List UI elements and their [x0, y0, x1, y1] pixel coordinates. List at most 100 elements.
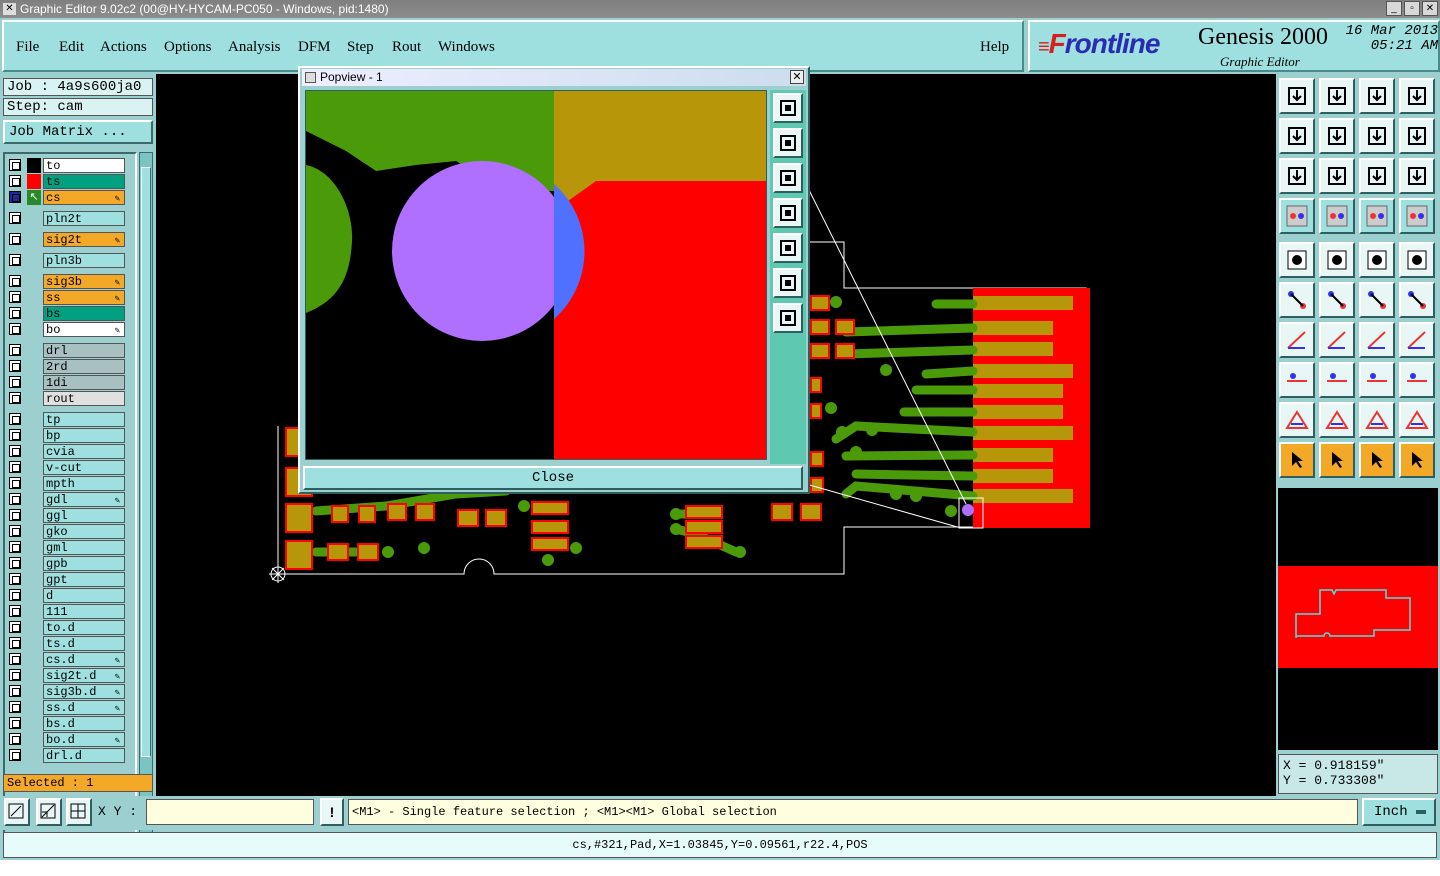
page-down-button[interactable] [773, 163, 803, 193]
menu-file[interactable]: File [16, 39, 39, 56]
layer-row-gpb[interactable]: gpb [7, 556, 127, 571]
layer-scrollbar[interactable] [139, 152, 153, 842]
layer-name[interactable]: ss.d ✎ [43, 700, 125, 715]
measure-tool-button[interactable] [1359, 362, 1395, 398]
layer-row-to.d[interactable]: to.d [7, 620, 127, 635]
layer-checkbox[interactable] [9, 307, 21, 319]
home-tool-button[interactable] [1359, 78, 1395, 114]
layer-name[interactable]: mpth [43, 476, 125, 491]
layer-row-sig2t.d[interactable]: sig2t.d ✎ [7, 668, 127, 683]
layer-checkbox[interactable] [9, 275, 21, 287]
select-alt-tool-button[interactable] [1319, 442, 1355, 478]
layer-checkbox[interactable] [9, 621, 21, 633]
layer-color-swatch[interactable]: ↖ [27, 190, 41, 205]
units-select[interactable]: Inch [1362, 798, 1436, 826]
layer-row-ggl[interactable]: ggl [7, 508, 127, 523]
text-tool-button[interactable] [1399, 322, 1435, 358]
layer-row-v-cut[interactable]: v-cut [7, 460, 127, 475]
layer-row-bp[interactable]: bp [7, 428, 127, 443]
layer-name[interactable]: 111 [43, 604, 125, 619]
triangle-blue-tool-button[interactable] [1399, 402, 1435, 438]
layer-checkbox[interactable] [9, 429, 21, 441]
layer-checkbox[interactable] [9, 175, 21, 187]
layer-row-sig3b[interactable]: sig3b ✎ [7, 274, 127, 289]
grid-button[interactable] [66, 798, 92, 826]
layer-name[interactable]: bs.d [43, 716, 125, 731]
layer-name[interactable]: to [43, 158, 125, 173]
layer-row-gdl[interactable]: gdl ✎ [7, 492, 127, 507]
layer-checkbox[interactable] [9, 445, 21, 457]
layer-name[interactable]: cs ✎ [43, 190, 125, 205]
split-view-tool-button[interactable] [1399, 78, 1435, 114]
page-down-tool-button[interactable] [1319, 78, 1355, 114]
layer-checkbox[interactable] [9, 360, 21, 372]
layer-name[interactable]: d [43, 588, 125, 603]
layer-row-1di[interactable]: 1di [7, 375, 127, 390]
page-up-button[interactable] [773, 128, 803, 158]
menu-rout[interactable]: Rout [392, 39, 421, 56]
page-left-tool-button[interactable] [1279, 118, 1315, 154]
layer-checkbox[interactable] [9, 733, 21, 745]
select-tool-button[interactable] [1279, 442, 1315, 478]
group-tool-button[interactable] [1399, 362, 1435, 398]
layer-row-gko[interactable]: gko [7, 524, 127, 539]
help-tool-button[interactable] [1399, 158, 1435, 194]
layer-checkbox[interactable] [9, 392, 21, 404]
layer-checkbox[interactable] [9, 291, 21, 303]
layer-name[interactable]: cs.d ✎ [43, 652, 125, 667]
layer-name[interactable]: ts.d [43, 636, 125, 651]
grid-tool-button[interactable] [1319, 198, 1355, 234]
ruler-tool-button[interactable] [1359, 242, 1395, 278]
layer-name[interactable]: bs [43, 306, 125, 321]
layer-row-bo.d[interactable]: bo.d ✎ [7, 732, 127, 747]
flip-tool-button[interactable] [1359, 118, 1395, 154]
layer-row-ts.d[interactable]: ts.d [7, 636, 127, 651]
layer-name[interactable]: bo.d ✎ [43, 732, 125, 747]
layer-checkbox[interactable] [9, 701, 21, 713]
fit-vertical-tool-button[interactable] [1279, 158, 1315, 194]
layer-name[interactable]: 1di [43, 375, 125, 390]
layer-row-gpt[interactable]: gpt [7, 572, 127, 587]
layer-checkbox[interactable] [9, 191, 21, 203]
measure-button[interactable] [36, 798, 62, 826]
layer-checkbox[interactable] [9, 669, 21, 681]
net-tool-button[interactable] [1279, 282, 1315, 318]
layer-row-sig2t[interactable]: sig2t ✎ [7, 232, 127, 247]
layer-name[interactable]: drl [43, 343, 125, 358]
menu-analysis[interactable]: Analysis [228, 39, 281, 56]
zoom-home-button[interactable] [773, 93, 803, 123]
layer-row-d[interactable]: d [7, 588, 127, 603]
layer-color-swatch[interactable] [27, 174, 41, 189]
layer-row-drl[interactable]: drl [7, 343, 127, 358]
layer-row-sig3b.d[interactable]: sig3b.d ✎ [7, 684, 127, 699]
tools-tool-button[interactable] [1279, 198, 1315, 234]
layer-row-to[interactable]: to [7, 158, 127, 173]
layer-name[interactable]: gpb [43, 556, 125, 571]
layer-checkbox[interactable] [9, 557, 21, 569]
layer-row-drl.d[interactable]: drl.d [7, 748, 127, 763]
menu-actions[interactable]: Actions [100, 39, 147, 56]
layer-row-ss.d[interactable]: ss.d ✎ [7, 700, 127, 715]
zoom-window-button[interactable] [4, 798, 30, 826]
layer-name[interactable]: rout [43, 391, 125, 406]
layer-checkbox[interactable] [9, 717, 21, 729]
layer-checkbox[interactable] [9, 509, 21, 521]
layer-checkbox[interactable] [9, 212, 21, 224]
layer-checkbox[interactable] [9, 233, 21, 245]
layer-name[interactable]: sig3b.d ✎ [43, 684, 125, 699]
arc-tool-button[interactable] [1359, 322, 1395, 358]
layer-checkbox[interactable] [9, 637, 21, 649]
layer-name[interactable]: gko [43, 524, 125, 539]
job-matrix-button[interactable]: Job Matrix ... [3, 120, 153, 144]
center-button[interactable] [773, 303, 803, 333]
line-tool-button[interactable] [1319, 322, 1355, 358]
move-tool-button[interactable] [1279, 362, 1315, 398]
layer-name[interactable]: sig3b ✎ [43, 274, 125, 289]
layer-row-bo[interactable]: bo ✎ [7, 322, 127, 337]
menu-windows[interactable]: Windows [438, 39, 495, 56]
layer-checkbox[interactable] [9, 589, 21, 601]
layer-row-tp[interactable]: tp [7, 412, 127, 427]
pointer-tool-button[interactable] [1359, 442, 1395, 478]
page-right-tool-button[interactable] [1319, 118, 1355, 154]
circle-tool-button[interactable] [1399, 242, 1435, 278]
